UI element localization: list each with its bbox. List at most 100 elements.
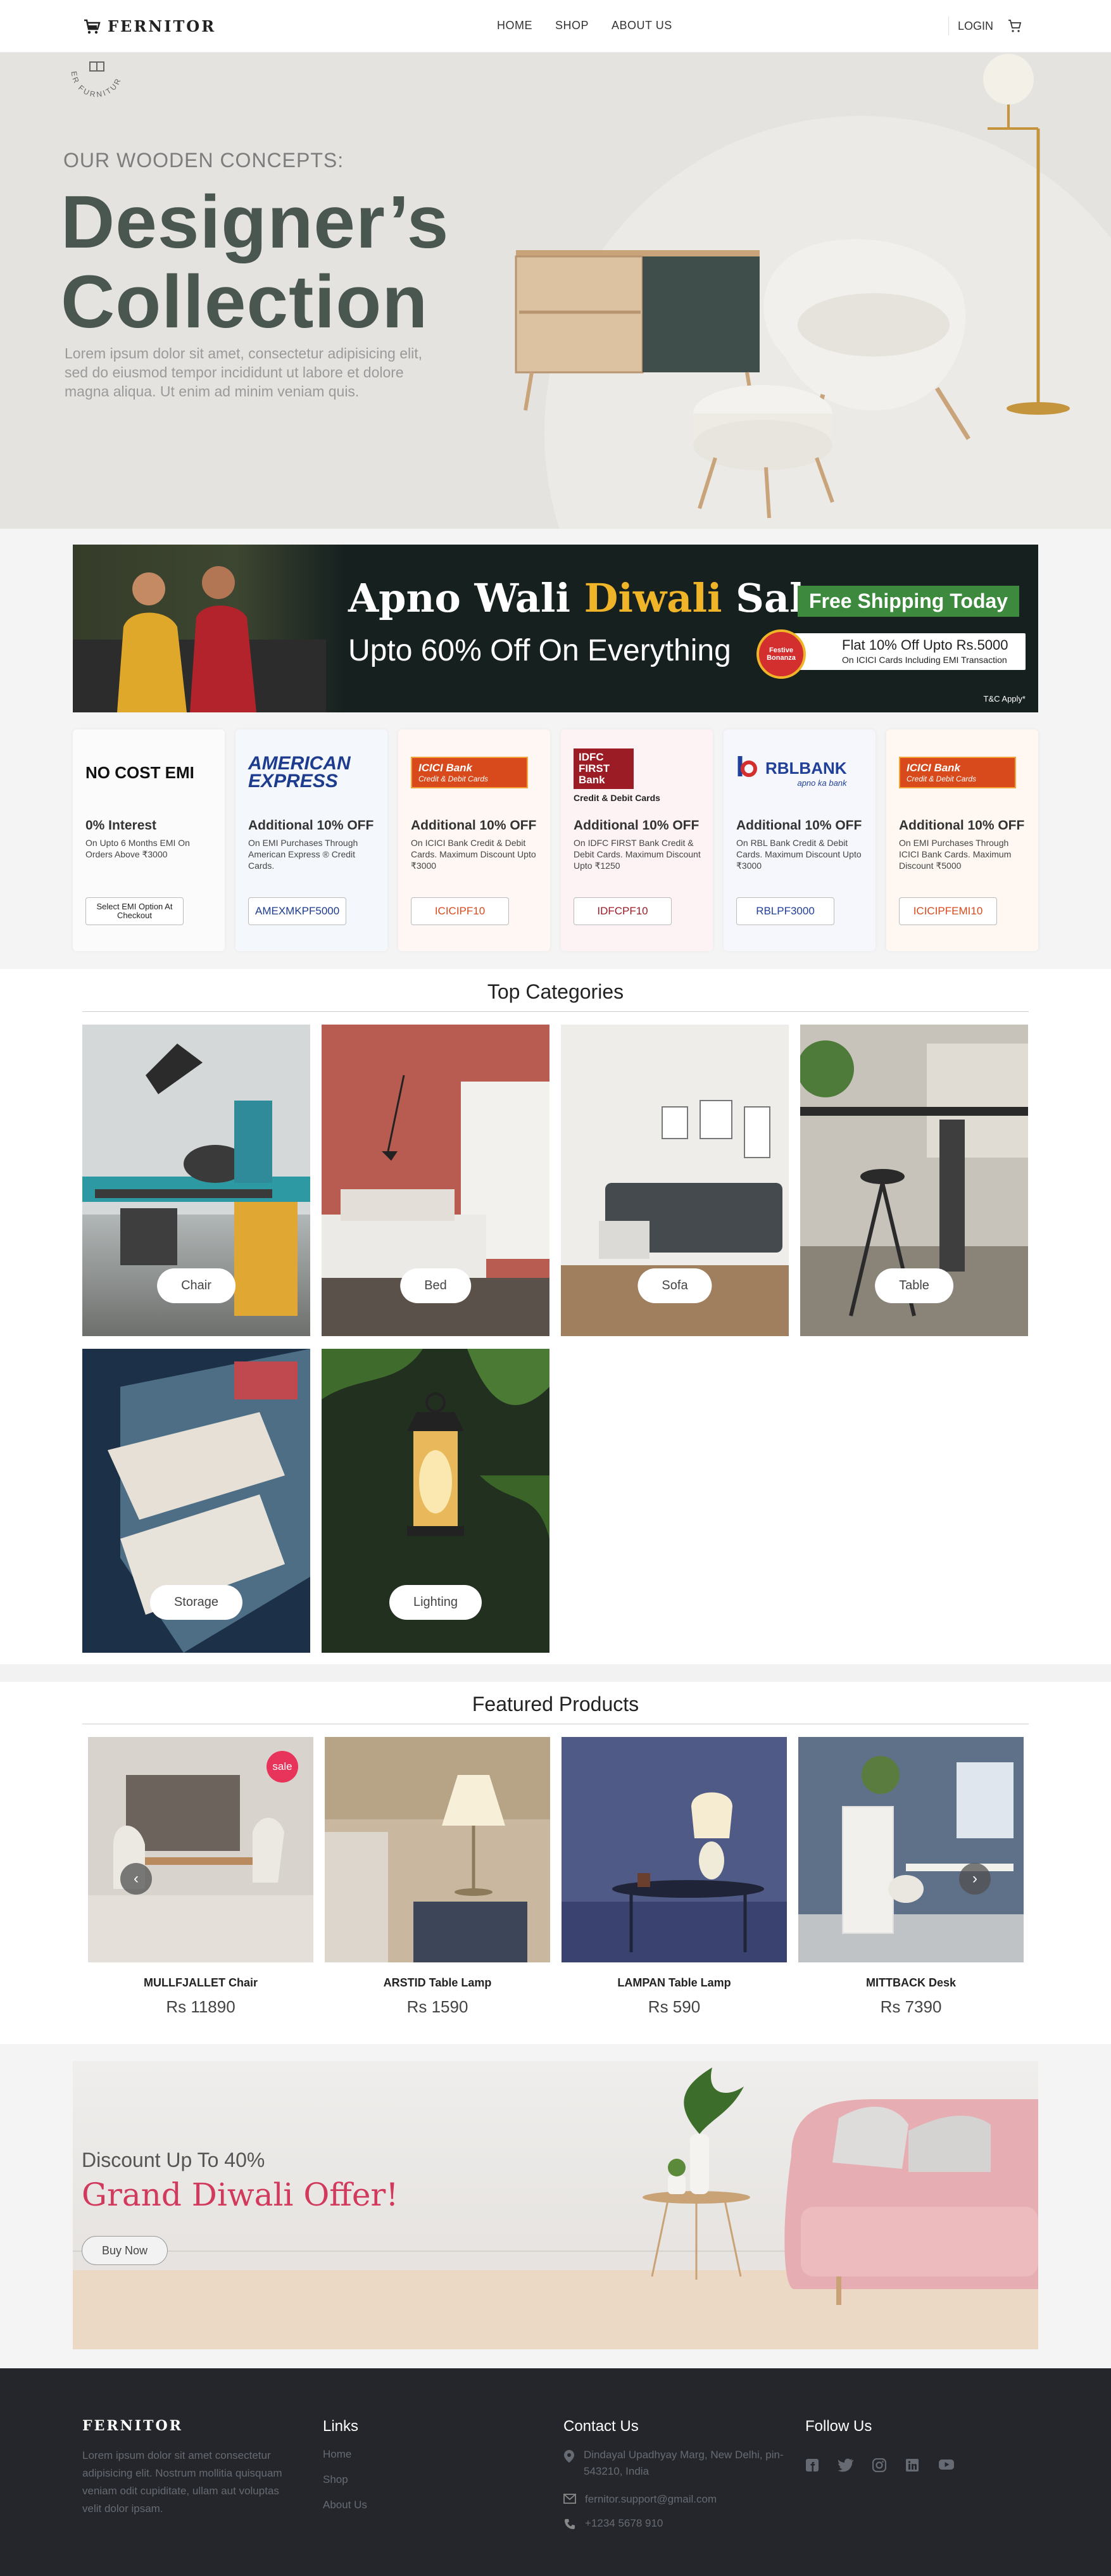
- chevron-left-icon: ‹: [134, 1870, 139, 1887]
- category-card-storage[interactable]: Storage: [82, 1349, 310, 1653]
- category-label[interactable]: Chair: [157, 1268, 235, 1303]
- emi-card: AMERICAN EXPRESS Additional 10% OFF On E…: [235, 729, 387, 951]
- footer-follow-title: Follow Us: [805, 2418, 872, 2435]
- emi-title: Additional 10% OFF: [899, 818, 1025, 833]
- amex-logo: AMERICAN EXPRESS: [248, 753, 351, 792]
- diwali-sale-banner[interactable]: Apno Wali Diwali Sale Upto 60% Off On Ev…: [73, 545, 1038, 712]
- hero-section: ER FURNITUR OUR WOODEN CONCEPTS: Designe…: [0, 53, 1111, 529]
- icici-logo-text: ICICI Bank: [907, 762, 961, 774]
- diwali-title: Apno Wali Diwali Sale: [348, 575, 829, 621]
- category-label[interactable]: Bed: [400, 1268, 471, 1303]
- phone-icon: [565, 2519, 575, 2529]
- emi-card: ICICI Bank Credit & Debit Cards Addition…: [398, 729, 550, 951]
- footer-link-home[interactable]: Home: [323, 2448, 367, 2461]
- category-card-lighting[interactable]: Lighting: [322, 1349, 549, 1653]
- emi-code-button[interactable]: RBLPF3000: [736, 897, 834, 925]
- nav-home[interactable]: HOME: [497, 19, 532, 32]
- offer-title: Grand Diwali Offer!: [82, 2176, 399, 2213]
- brand-name: FERNITOR: [108, 16, 217, 35]
- icici-logo-sub: Credit & Debit Cards: [907, 774, 977, 783]
- emi-title: 0% Interest: [85, 818, 157, 833]
- emi-desc: On Upto 6 Months EMI On Orders Above ₹30…: [85, 838, 190, 859]
- twitter-icon[interactable]: [838, 2458, 853, 2472]
- mail-icon: [563, 2494, 576, 2504]
- diwali-upto: Upto 60% Off On Everything: [348, 634, 731, 667]
- footer-about-text: Lorem ipsum dolor sit amet consectetur a…: [82, 2449, 282, 2515]
- footer-link-about-us[interactable]: About Us: [323, 2499, 367, 2511]
- footer-links: Links Home Shop About Us: [323, 2418, 367, 2511]
- emi-code-button[interactable]: IDFCPF10: [574, 897, 672, 925]
- login-link[interactable]: LOGIN: [948, 16, 993, 35]
- terms-note: T&C Apply*: [983, 694, 1026, 704]
- carousel-next-button[interactable]: ›: [959, 1863, 991, 1895]
- hero-subtitle: OUR WOODEN CONCEPTS:: [63, 149, 344, 172]
- featured-products-title: Featured Products: [82, 1693, 1029, 1724]
- sale-badge: sale: [267, 1751, 298, 1783]
- emi-code-button[interactable]: ICICIPFEMI10: [899, 897, 997, 925]
- diwali-title-highlight: Diwali: [584, 575, 722, 621]
- instagram-icon[interactable]: [872, 2458, 886, 2472]
- hero-title: Designer’s Collection: [61, 182, 449, 342]
- site-header: FERNITOR HOME SHOP ABOUT US LOGIN: [0, 0, 1111, 53]
- rbl-logo: RBLBANK apno ka bank: [736, 754, 847, 792]
- category-card-bed[interactable]: Bed: [322, 1025, 549, 1336]
- linkedin-icon[interactable]: [905, 2458, 919, 2472]
- brand-logo[interactable]: FERNITOR: [82, 16, 216, 35]
- footer-follow: Follow Us: [805, 2418, 955, 2472]
- product-price: Rs 11890: [166, 1997, 235, 2016]
- category-label[interactable]: Table: [875, 1268, 953, 1303]
- diwali-title-start: Apno Wali: [348, 575, 584, 621]
- phone-text[interactable]: +1234 5678 910: [585, 2515, 663, 2532]
- category-label[interactable]: Lighting: [389, 1585, 482, 1620]
- social-links: [805, 2458, 955, 2472]
- footer-about: FERNITOR Lorem ipsum dolor sit amet cons…: [82, 2418, 301, 2518]
- rbl-logo-sub: apno ka bank: [797, 778, 847, 788]
- category-card-sofa[interactable]: Sofa: [561, 1025, 789, 1336]
- category-card-chair[interactable]: Chair: [82, 1025, 310, 1336]
- product-price: Rs 1590: [406, 1997, 468, 2016]
- product-card[interactable]: LAMPAN Table Lamp Rs 590: [562, 1737, 787, 2017]
- product-card[interactable]: ARSTID Table Lamp Rs 1590: [325, 1737, 550, 2017]
- chevron-right-icon: ›: [972, 1870, 977, 1887]
- product-price: Rs 590: [648, 1997, 701, 2016]
- category-card-table[interactable]: Table: [800, 1025, 1028, 1336]
- emi-title: Additional 10% OFF: [736, 818, 862, 833]
- header-actions: LOGIN: [948, 16, 1022, 35]
- product-price: Rs 7390: [880, 1997, 942, 2016]
- category-label[interactable]: Sofa: [637, 1268, 712, 1303]
- svg-text:ER FURNITUR: ER FURNITUR: [70, 70, 123, 99]
- emi-code-button[interactable]: Select EMI Option At Checkout: [85, 897, 184, 925]
- footer-link-shop[interactable]: Shop: [323, 2473, 367, 2486]
- emi-desc: On EMI Purchases Through ICICI Bank Card…: [899, 838, 1012, 871]
- buy-now-button[interactable]: Buy Now: [82, 2236, 168, 2265]
- carousel-prev-button[interactable]: ‹: [120, 1863, 152, 1895]
- icici-logo-sub: Credit & Debit Cards: [418, 774, 489, 783]
- emi-code-button[interactable]: ICICIPF10: [411, 897, 509, 925]
- email-text[interactable]: fernitor.support@gmail.com: [585, 2491, 717, 2508]
- footer-email[interactable]: fernitor.support@gmail.com: [563, 2491, 785, 2508]
- facebook-icon[interactable]: [805, 2458, 819, 2472]
- emi-card: RBLBANK apno ka bank Additional 10% OFF …: [724, 729, 876, 951]
- address-text: Dindayal Upadhyay Marg, New Delhi, pin-5…: [584, 2449, 784, 2477]
- product-name[interactable]: LAMPAN Table Lamp: [562, 1976, 787, 1990]
- hero-description: Lorem ipsum dolor sit amet, consectetur …: [65, 345, 423, 400]
- nav-shop[interactable]: SHOP: [555, 19, 589, 32]
- idfc-logo-sub: Credit & Debit Cards: [574, 793, 660, 803]
- emi-code-button[interactable]: AMEXMKPF5000: [248, 897, 347, 925]
- emi-title: Additional 10% OFF: [411, 818, 537, 833]
- offer-line2: On ICICI Cards Including EMI Transaction: [842, 655, 1007, 665]
- cart-icon[interactable]: [1007, 18, 1022, 34]
- product-name[interactable]: MULLFJALLET Chair: [88, 1976, 313, 1990]
- hero-title-line2: Collection: [61, 260, 429, 344]
- emi-desc: On RBL Bank Credit & Debit Cards. Maximu…: [736, 838, 862, 871]
- youtube-icon[interactable]: [938, 2458, 955, 2471]
- main-nav: HOME SHOP ABOUT US: [497, 19, 695, 32]
- offer-line1: Flat 10% Off Upto Rs.5000: [842, 637, 1008, 653]
- footer-phone[interactable]: +1234 5678 910: [563, 2515, 785, 2532]
- footer-contact: Contact Us Dindayal Upadhyay Marg, New D…: [563, 2418, 785, 2532]
- category-label[interactable]: Storage: [149, 1585, 243, 1620]
- product-name[interactable]: ARSTID Table Lamp: [325, 1976, 550, 1990]
- icici-logo-text: ICICI Bank: [418, 762, 473, 774]
- nav-about-us[interactable]: ABOUT US: [612, 19, 672, 32]
- product-name[interactable]: MITTBACK Desk: [798, 1976, 1024, 1990]
